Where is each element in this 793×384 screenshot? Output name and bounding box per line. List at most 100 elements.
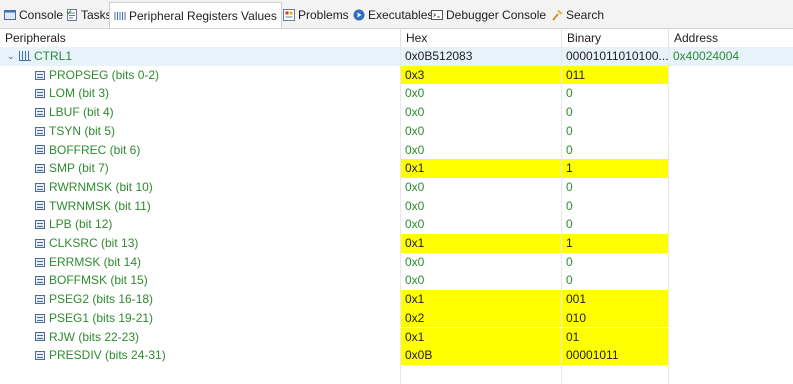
tab-search[interactable]: Search [551, 5, 604, 25]
tab-console[interactable]: Console [4, 5, 63, 25]
register-row-ctrl1[interactable]: ⌄ CTRL1 0x0B512083 00001011010100... 0x4… [0, 47, 793, 66]
view-tab-bar: Console Tasks Peripheral Registers Value… [0, 0, 793, 29]
collapse-chevron-icon[interactable]: ⌄ [7, 47, 17, 66]
bitfield-binary-value[interactable]: 0 [562, 121, 669, 141]
empty-cell [669, 365, 793, 384]
bitfield-binary-value[interactable]: 0 [562, 215, 669, 234]
bitfield-hex-value[interactable]: 0x0 [401, 103, 562, 122]
column-header-address[interactable]: Address [669, 29, 793, 47]
empty-cell [401, 364, 562, 384]
bitfield-row[interactable]: BOFFREC (bit 6) 0x0 0 [0, 140, 793, 160]
bitfield-name: TWRNMSK (bit 11) [49, 198, 151, 213]
bitfield-hex-value[interactable]: 0x1 [401, 327, 562, 347]
bitfield-name-cell: BOFFREC (bit 6) [0, 140, 401, 160]
bitfield-binary-value[interactable]: 0 [562, 140, 669, 160]
bitfield-row[interactable]: LOM (bit 3) 0x0 0 [0, 84, 793, 104]
bitfield-row[interactable]: TWRNMSK (bit 11) 0x0 0 [0, 196, 793, 216]
bitfield-name-cell: LPB (bit 12) [0, 215, 401, 234]
registers-icon [114, 10, 126, 22]
bitfield-name-cell: PRESDIV (bits 24-31) [0, 346, 401, 365]
register-table: Peripherals Hex Binary Address ⌄ CTRL1 0… [0, 29, 793, 384]
bitfield-name: CLKSRC (bit 13) [49, 236, 139, 250]
bitfield-binary-value[interactable]: 0 [562, 271, 669, 291]
register-name: CTRL1 [34, 49, 73, 63]
bitfield-row[interactable]: BOFFMSK (bit 15) 0x0 0 [0, 271, 793, 291]
bitfield-name: TSYN (bit 5) [49, 123, 116, 138]
bitfield-name-cell: TWRNMSK (bit 11) [0, 196, 401, 216]
tab-debugger-console[interactable]: Debugger Console [431, 5, 546, 25]
bitfield-hex-value[interactable]: 0x0 [401, 84, 562, 104]
bitfield-row[interactable]: RWRNMSK (bit 10) 0x0 0 [0, 177, 793, 197]
bitfield-icon [35, 70, 45, 80]
bitfield-hex-value[interactable]: 0x1 [401, 290, 562, 309]
bitfield-hex-value[interactable]: 0x0 [401, 196, 562, 216]
table-header: Peripherals Hex Binary Address [0, 29, 793, 48]
bitfield-address [669, 253, 793, 272]
bitfield-binary-value[interactable]: 011 [562, 65, 669, 85]
bitfield-hex-value[interactable]: 0x2 [401, 308, 562, 328]
bitfield-address [669, 290, 793, 309]
bitfield-row[interactable]: LBUF (bit 4) 0x0 0 [0, 103, 793, 122]
bitfield-icon [35, 313, 45, 323]
tab-peripheral-registers-values[interactable]: Peripheral Registers Values ✕ [109, 2, 289, 28]
bitfield-row[interactable]: ERRMSK (bit 14) 0x0 0 [0, 252, 793, 272]
bitfield-hex-value[interactable]: 0x0 [401, 271, 562, 291]
bitfield-address [669, 197, 793, 216]
column-header-peripherals[interactable]: Peripherals [0, 29, 401, 47]
tab-debugger-console-label: Debugger Console [446, 8, 547, 22]
bitfield-row[interactable]: CLKSRC (bit 13) 0x1 1 [0, 234, 793, 253]
bitfield-binary-value[interactable]: 00001011 [562, 346, 669, 365]
bitfield-binary-value[interactable]: 010 [562, 308, 669, 328]
register-icon [19, 51, 31, 62]
bitfield-binary-value[interactable]: 1 [562, 159, 669, 178]
bitfield-address [669, 178, 793, 197]
bitfield-row[interactable]: LPB (bit 12) 0x0 0 [0, 215, 793, 234]
bitfield-row[interactable]: PSEG2 (bits 16-18) 0x1 001 [0, 290, 793, 309]
bitfield-hex-value[interactable]: 0x1 [401, 234, 562, 253]
bitfield-row[interactable]: PSEG1 (bits 19-21) 0x2 010 [0, 308, 793, 328]
bitfield-name-cell: RJW (bits 22-23) [0, 327, 401, 347]
executables-icon [353, 9, 365, 21]
bitfield-hex-value[interactable]: 0x3 [401, 65, 562, 85]
tab-tasks[interactable]: Tasks [66, 5, 112, 25]
bitfield-row[interactable]: TSYN (bit 5) 0x0 0 [0, 121, 793, 141]
bitfield-name-cell: CLKSRC (bit 13) [0, 234, 401, 253]
bitfield-name: LBUF (bit 4) [49, 105, 114, 120]
bitfield-name: LPB (bit 12) [49, 217, 113, 232]
bitfield-binary-value[interactable]: 0 [562, 84, 669, 104]
bitfield-hex-value[interactable]: 0x0 [401, 252, 562, 272]
tab-executables[interactable]: Executables [353, 5, 433, 25]
bitfield-address [669, 271, 793, 290]
bitfield-hex-value[interactable]: 0x0 [401, 140, 562, 160]
bitfield-row[interactable]: PROPSEG (bits 0-2) 0x3 011 [0, 65, 793, 85]
bitfield-binary-value[interactable]: 01 [562, 327, 669, 347]
bitfield-binary-value[interactable]: 0 [562, 177, 669, 197]
bitfield-hex-value[interactable]: 0x0 [401, 121, 562, 141]
console-icon [4, 9, 16, 21]
bitfield-binary-value[interactable]: 0 [562, 196, 669, 216]
bitfield-name-cell: LOM (bit 3) [0, 84, 401, 104]
tab-problems[interactable]: Problems [283, 5, 349, 25]
bitfield-hex-value[interactable]: 0x1 [401, 159, 562, 178]
bitfield-binary-value[interactable]: 1 [562, 234, 669, 253]
bitfield-name: BOFFMSK (bit 15) [49, 273, 148, 288]
column-header-binary[interactable]: Binary [562, 29, 669, 47]
bitfield-binary-value[interactable]: 001 [562, 290, 669, 309]
bitfield-row[interactable]: PRESDIV (bits 24-31) 0x0B 00001011 [0, 346, 793, 365]
tab-console-label: Console [19, 8, 64, 22]
register-binary-value[interactable]: 00001011010100... [562, 47, 669, 66]
bitfield-hex-value[interactable]: 0x0B [401, 346, 562, 365]
column-header-hex[interactable]: Hex [401, 29, 562, 47]
bitfield-address [669, 234, 793, 253]
bitfield-binary-value[interactable]: 0 [562, 252, 669, 272]
bitfield-hex-value[interactable]: 0x0 [401, 177, 562, 197]
bitfield-row[interactable]: RJW (bits 22-23) 0x1 01 [0, 327, 793, 347]
tasks-icon [66, 9, 78, 21]
bitfield-row[interactable]: SMP (bit 7) 0x1 1 [0, 159, 793, 178]
bitfield-binary-value[interactable]: 0 [562, 103, 669, 122]
bitfield-hex-value[interactable]: 0x0 [401, 215, 562, 234]
bitfield-icon [35, 257, 45, 267]
register-hex-value[interactable]: 0x0B512083 [401, 47, 562, 66]
bitfield-name: SMP (bit 7) [49, 161, 109, 176]
bitfield-name-cell: BOFFMSK (bit 15) [0, 271, 401, 291]
